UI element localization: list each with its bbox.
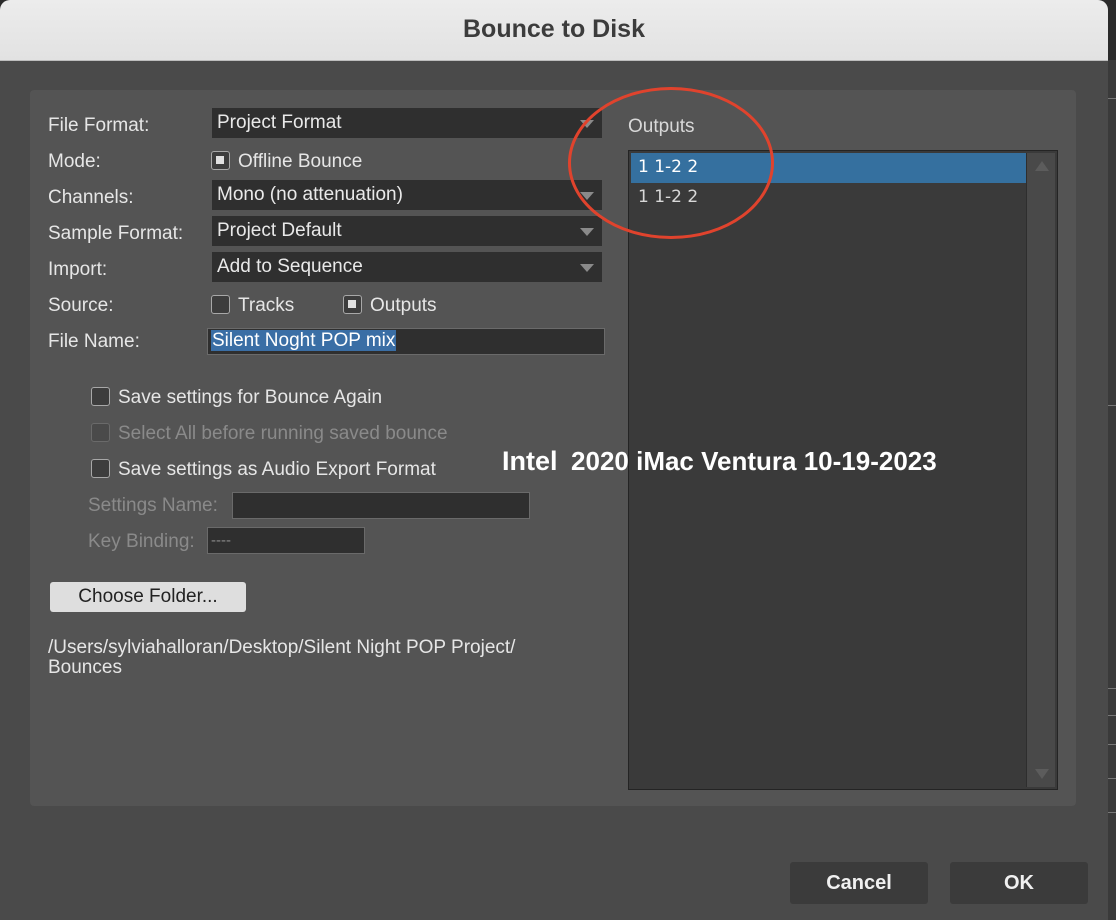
- annotation-text: Intel 2020 iMac Ventura 10-19-2023: [502, 446, 937, 477]
- source-outputs-label: Outputs: [370, 295, 437, 316]
- file-format-label: File Format:: [48, 115, 150, 136]
- edge-tick: [1107, 715, 1116, 716]
- mode-label: Mode:: [48, 151, 101, 172]
- file-name-value: Silent Noght POP mix: [211, 330, 397, 351]
- file-format-select[interactable]: Project Format: [212, 108, 602, 138]
- scroll-up-icon[interactable]: [1035, 161, 1049, 171]
- file-name-label: File Name:: [48, 331, 140, 352]
- scroll-down-icon[interactable]: [1035, 769, 1049, 779]
- edge-tick: [1107, 98, 1116, 99]
- select-all-label: Select All before running saved bounce: [118, 423, 448, 444]
- annotation-circle: [568, 87, 774, 239]
- channels-select[interactable]: Mono (no attenuation): [212, 180, 602, 210]
- cancel-button[interactable]: Cancel: [790, 862, 928, 904]
- key-binding-label: Key Binding:: [88, 531, 195, 552]
- edge-tick: [1107, 812, 1116, 813]
- settings-name-input[interactable]: [232, 492, 530, 519]
- key-binding-input[interactable]: ----: [207, 527, 365, 554]
- edge-tick: [1107, 405, 1116, 406]
- chevron-down-icon: [580, 228, 594, 236]
- source-tracks-checkbox[interactable]: [211, 295, 230, 314]
- edge-tick: [1107, 688, 1116, 689]
- choose-folder-button[interactable]: Choose Folder...: [50, 582, 246, 612]
- source-tracks-label: Tracks: [238, 295, 295, 316]
- save-bounce-again-checkbox[interactable]: [91, 387, 110, 406]
- source-label: Source:: [48, 295, 114, 316]
- bounce-dialog: Bounce to Disk File Format: Project Form…: [0, 0, 1108, 920]
- folder-path-line-1: /Users/sylviahalloran/Desktop/Silent Nig…: [48, 637, 516, 658]
- channels-label: Channels:: [48, 187, 134, 208]
- import-value: Add to Sequence: [217, 256, 363, 277]
- file-name-input[interactable]: Silent Noght POP mix: [207, 328, 605, 355]
- file-format-value: Project Format: [217, 112, 342, 133]
- folder-path-line-2: Bounces: [48, 657, 122, 678]
- sample-format-select[interactable]: Project Default: [212, 216, 602, 246]
- edge-tick: [1107, 744, 1116, 745]
- title-bar: Bounce to Disk: [0, 0, 1108, 61]
- select-all-checkbox[interactable]: [91, 423, 110, 442]
- outputs-scrollbar[interactable]: [1026, 153, 1055, 787]
- source-outputs-checkbox[interactable]: [343, 295, 362, 314]
- sample-format-label: Sample Format:: [48, 223, 184, 244]
- chevron-down-icon: [580, 264, 594, 272]
- ok-button[interactable]: OK: [950, 862, 1088, 904]
- key-binding-value: ----: [211, 532, 231, 549]
- edge-tick: [1107, 778, 1116, 779]
- import-select[interactable]: Add to Sequence: [212, 252, 602, 282]
- sample-format-value: Project Default: [217, 220, 342, 241]
- import-label: Import:: [48, 259, 108, 280]
- offline-bounce-checkbox[interactable]: [211, 151, 230, 170]
- dialog-title: Bounce to Disk: [463, 15, 645, 43]
- settings-name-label: Settings Name:: [88, 495, 218, 516]
- save-audio-export-checkbox[interactable]: [91, 459, 110, 478]
- annotation-word-intel: Intel: [502, 446, 558, 476]
- offline-bounce-label: Offline Bounce: [238, 151, 363, 172]
- save-bounce-again-label: Save settings for Bounce Again: [118, 387, 383, 408]
- annotation-rest: 2020 iMac Ventura 10-19-2023: [571, 446, 937, 476]
- save-audio-export-label: Save settings as Audio Export Format: [118, 459, 436, 480]
- channels-value: Mono (no attenuation): [217, 184, 403, 205]
